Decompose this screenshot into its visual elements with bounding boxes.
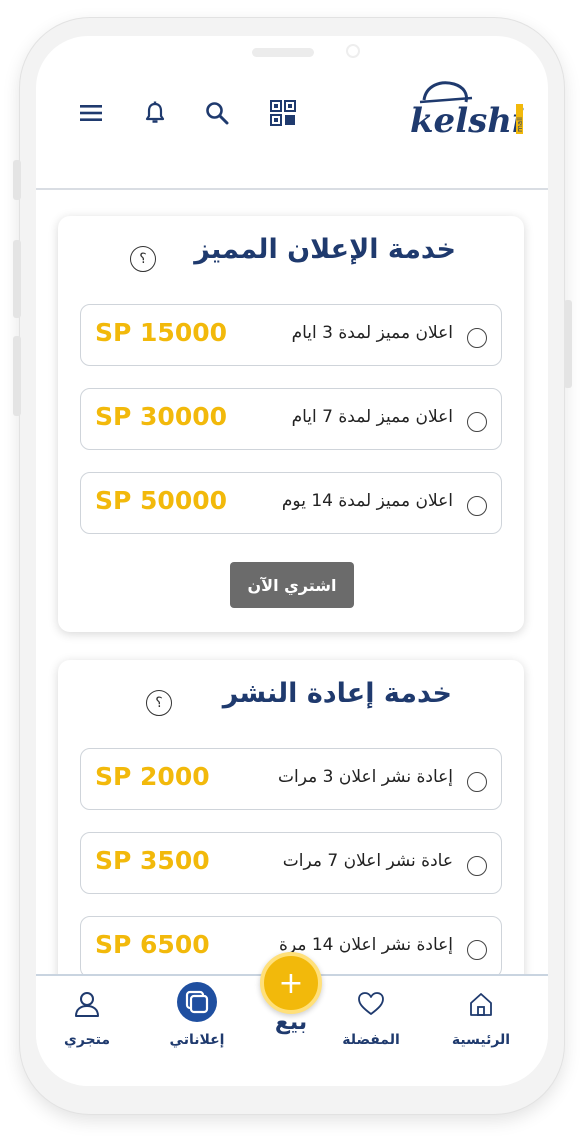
nav-item-home[interactable]: الرئيسية	[436, 976, 526, 1066]
nav-label: متجري	[63, 1032, 110, 1048]
radio-button[interactable]	[467, 412, 487, 432]
buy-now-button[interactable]: اشتري الآن	[230, 562, 354, 608]
option-label: اعلان مميز لمدة 3 ايام	[291, 323, 453, 343]
nav-label: إعلاناتي	[169, 1032, 225, 1048]
featured-service-title: خدمة الإعلان المميز	[194, 234, 456, 265]
bell-icon[interactable]	[140, 98, 170, 128]
search-icon[interactable]	[202, 98, 232, 128]
phone-side-button	[13, 160, 21, 200]
menu-icon[interactable]	[76, 98, 106, 128]
radio-button[interactable]	[467, 328, 487, 348]
heart-icon	[357, 990, 385, 1018]
phone-side-button	[13, 336, 21, 416]
option-label: إعادة نشر اعلان 3 مرات	[278, 767, 453, 787]
option-price: SP 15000	[95, 318, 228, 347]
phone-side-button	[13, 240, 21, 318]
radio-button[interactable]	[467, 940, 487, 960]
option-price: SP 50000	[95, 486, 228, 515]
user-icon	[73, 990, 101, 1018]
option-label: اعلان مميز لمدة 14 يوم	[281, 491, 453, 511]
help-icon[interactable]: ؟	[146, 690, 172, 716]
republish-option-3-times[interactable]: SP 2000 إعادة نشر اعلان 3 مرات	[80, 748, 502, 810]
phone-speaker	[252, 48, 314, 57]
help-icon[interactable]: ؟	[130, 246, 156, 272]
nav-item-favorites[interactable]: المفضلة	[326, 976, 416, 1066]
republish-option-7-times[interactable]: SP 3500 عادة نشر اعلان 7 مرات	[80, 832, 502, 894]
phone-side-button	[564, 300, 572, 388]
radio-button[interactable]	[467, 856, 487, 876]
radio-button[interactable]	[467, 772, 487, 792]
nav-item-my-store[interactable]: متجري	[42, 976, 132, 1066]
option-price: SP 6500	[95, 930, 210, 959]
featured-option-3-days[interactable]: SP 15000 اعلان مميز لمدة 3 ايام	[80, 304, 502, 366]
my-ads-icon	[177, 982, 217, 1022]
nav-item-my-ads[interactable]: إعلاناتي	[146, 976, 236, 1066]
kelshi-logo[interactable]: kelshi mall	[406, 78, 526, 141]
nav-label: المفضلة	[342, 1032, 400, 1048]
featured-option-14-days[interactable]: SP 50000 اعلان مميز لمدة 14 يوم	[80, 472, 502, 534]
svg-text:kelshi: kelshi	[410, 101, 525, 140]
radio-button[interactable]	[467, 496, 487, 516]
nav-label: الرئيسية	[451, 1032, 511, 1048]
featured-ad-service-card: خدمة الإعلان المميز ؟ SP 15000 اعلان ممي…	[58, 216, 524, 632]
svg-text:mall: mall	[516, 117, 524, 132]
option-label: عادة نشر اعلان 7 مرات	[282, 851, 453, 871]
phone-camera	[346, 44, 360, 58]
featured-option-7-days[interactable]: SP 30000 اعلان مميز لمدة 7 ايام	[80, 388, 502, 450]
option-price: SP 2000	[95, 762, 210, 791]
republish-service-title: خدمة إعادة النشر	[222, 678, 452, 709]
app-screen: kelshi mall خدمة الإعلان المميز ؟ SP 150…	[36, 36, 548, 1086]
option-price: SP 30000	[95, 402, 228, 431]
sell-plus-button[interactable]: +	[260, 952, 322, 1014]
qr-code-icon[interactable]	[268, 98, 298, 128]
sell-label[interactable]: بيع	[256, 1010, 326, 1035]
home-icon	[467, 990, 495, 1018]
option-label: إعادة نشر اعلان 14 مرة	[279, 935, 453, 955]
option-price: SP 3500	[95, 846, 210, 875]
option-label: اعلان مميز لمدة 7 ايام	[291, 407, 453, 427]
